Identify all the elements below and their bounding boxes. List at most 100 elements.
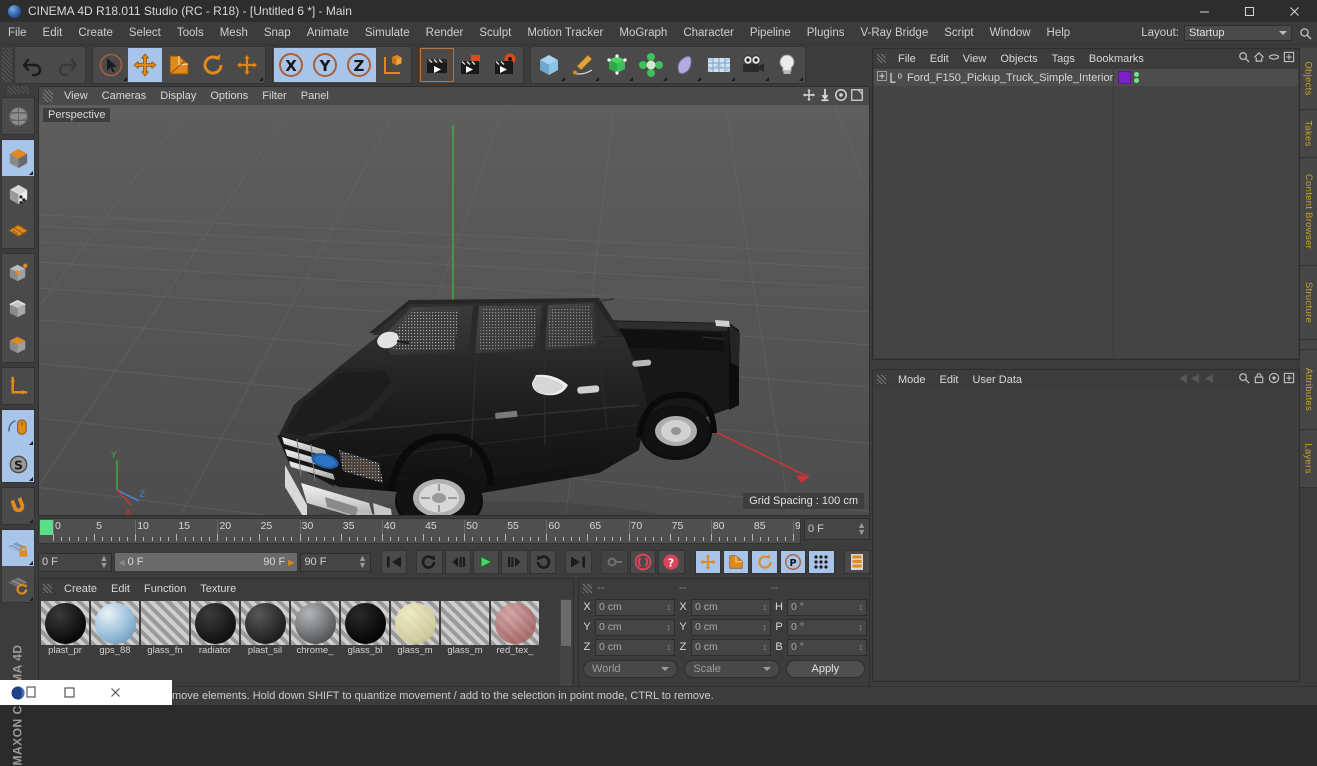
coord-field-r-b[interactable]: 0 ° ↕: [787, 638, 867, 656]
material-menu-texture[interactable]: Texture: [193, 583, 243, 595]
search-icon[interactable]: [1238, 372, 1250, 387]
menu-item-select[interactable]: Select: [121, 22, 169, 45]
workplane-rotate-button[interactable]: [2, 566, 34, 602]
object-menu-file[interactable]: File: [891, 53, 923, 65]
menu-item-snap[interactable]: Snap: [256, 22, 299, 45]
position-key-button[interactable]: [694, 550, 721, 574]
menu-item-help[interactable]: Help: [1039, 22, 1079, 45]
rotate-view-icon[interactable]: [834, 88, 848, 105]
menu-item-file[interactable]: File: [0, 22, 35, 45]
workplane-mode-button[interactable]: [2, 212, 34, 248]
menu-item-mograph[interactable]: MoGraph: [611, 22, 675, 45]
axis-mode-button[interactable]: [2, 368, 34, 404]
deformer-button[interactable]: [668, 48, 702, 82]
viewport-grip[interactable]: [43, 90, 53, 102]
undo-button[interactable]: [16, 48, 50, 82]
material-swatch[interactable]: [491, 601, 539, 645]
material-item[interactable]: glass_fn: [141, 601, 189, 657]
max-frame-field[interactable]: 90 F ▲ ▼: [300, 552, 371, 572]
add-icon[interactable]: [1283, 372, 1295, 387]
material-item[interactable]: glass_m: [441, 601, 489, 657]
add-cube-button[interactable]: [532, 48, 566, 82]
tab-takes[interactable]: Takes: [1300, 110, 1317, 158]
array-button[interactable]: [634, 48, 668, 82]
viewport-menu-options[interactable]: Options: [203, 90, 255, 102]
coord-field-pos-x[interactable]: 0 cm ↕: [595, 598, 675, 616]
menu-item-sculpt[interactable]: Sculpt: [471, 22, 519, 45]
viewport-menu-view[interactable]: View: [57, 90, 95, 102]
close-button[interactable]: [1272, 0, 1317, 22]
material-panel-grip[interactable]: [43, 584, 52, 593]
model-mode-button[interactable]: [2, 140, 34, 176]
enable-snapping-button[interactable]: [2, 410, 34, 446]
material-swatch[interactable]: [291, 601, 339, 645]
magnet-button[interactable]: [2, 488, 34, 524]
material-scrollbar[interactable]: [560, 599, 572, 686]
lock-y-axis-button[interactable]: Y: [308, 48, 342, 82]
menu-item-pipeline[interactable]: Pipeline: [742, 22, 799, 45]
tab-objects[interactable]: Objects: [1300, 48, 1317, 110]
tab-attributes[interactable]: Attributes: [1300, 350, 1317, 430]
coord-field-pos-z[interactable]: 0 cm ↕: [595, 638, 675, 656]
coord-field-size-z[interactable]: 0 cm ↕: [691, 638, 771, 656]
points-mode-button[interactable]: [2, 254, 34, 290]
coord-field-size-x[interactable]: 0 cm ↕: [691, 598, 771, 616]
record-active-objects-button[interactable]: [629, 550, 657, 574]
polygons-mode-button[interactable]: [2, 326, 34, 362]
coordinates-panel-grip[interactable]: [583, 583, 592, 593]
menu-item-tools[interactable]: Tools: [169, 22, 212, 45]
spinner-icon[interactable]: ↕: [667, 622, 672, 632]
attributes-menu-user-data[interactable]: User Data: [966, 374, 1030, 386]
coord-field-rot-h[interactable]: 0 ° ↕: [787, 598, 867, 616]
material-item[interactable]: glass_m: [391, 601, 439, 657]
search-icon[interactable]: [1297, 25, 1313, 41]
material-item[interactable]: plast_sil: [241, 601, 289, 657]
make-keyframe-button[interactable]: ?: [658, 550, 685, 574]
nurbs-button[interactable]: [600, 48, 634, 82]
coord-field-pos-y[interactable]: 0 cm ↕: [595, 618, 675, 636]
scale-key-button[interactable]: [722, 550, 750, 574]
timeline-range-slider[interactable]: ◀ 0 F 90 F ▶: [114, 552, 299, 572]
attributes-panel-grip[interactable]: [877, 375, 886, 384]
go-to-start-button[interactable]: [380, 550, 408, 574]
play-backwards-loop-button[interactable]: [416, 550, 443, 574]
viewport-menu-filter[interactable]: Filter: [255, 90, 293, 102]
object-menu-edit[interactable]: Edit: [923, 53, 956, 65]
attributes-menu-edit[interactable]: Edit: [933, 374, 966, 386]
spinner-icon[interactable]: ↕: [763, 642, 768, 652]
light-button[interactable]: [770, 48, 804, 82]
pan-view-icon[interactable]: [802, 88, 816, 105]
material-swatch[interactable]: [391, 601, 439, 645]
menu-item-window[interactable]: Window: [982, 22, 1039, 45]
playhead-marker[interactable]: [40, 520, 54, 535]
home-icon[interactable]: [1253, 51, 1265, 66]
menu-item-script[interactable]: Script: [936, 22, 981, 45]
spinner-icon[interactable]: ↕: [763, 622, 768, 632]
apply-button[interactable]: Apply: [785, 660, 865, 678]
render-view-button[interactable]: [420, 48, 454, 82]
material-item[interactable]: plast_pr: [41, 601, 89, 657]
lock-workplane-button[interactable]: [2, 530, 34, 566]
spinner-icon[interactable]: ▲ ▼: [857, 521, 866, 537]
material-swatch[interactable]: [41, 601, 89, 645]
range-right-arrow-icon[interactable]: ▶: [288, 558, 294, 567]
redo-button[interactable]: [50, 48, 84, 82]
material-swatch[interactable]: [191, 601, 239, 645]
rotate-tool[interactable]: [196, 48, 230, 82]
coord-field-size-y[interactable]: 0 cm ↕: [691, 618, 771, 636]
viewport-menu-panel[interactable]: Panel: [294, 90, 336, 102]
menu-item-plugins[interactable]: Plugins: [799, 22, 853, 45]
visibility-dots-icon[interactable]: [1134, 72, 1139, 83]
material-swatch[interactable]: [241, 601, 289, 645]
menu-item-animate[interactable]: Animate: [299, 22, 357, 45]
window-restore-icon[interactable]: [46, 680, 92, 705]
toolbar-grip[interactable]: [2, 48, 12, 82]
point-level-animation-button[interactable]: [808, 550, 835, 574]
material-menu-edit[interactable]: Edit: [104, 583, 137, 595]
autokeying-button[interactable]: [601, 550, 628, 574]
minimize-button[interactable]: [1182, 0, 1227, 22]
menu-item-motion-tracker[interactable]: Motion Tracker: [519, 22, 611, 45]
object-menu-tags[interactable]: Tags: [1045, 53, 1082, 65]
param-key-button[interactable]: P: [779, 550, 807, 574]
material-scrollbar-thumb[interactable]: [561, 600, 571, 646]
